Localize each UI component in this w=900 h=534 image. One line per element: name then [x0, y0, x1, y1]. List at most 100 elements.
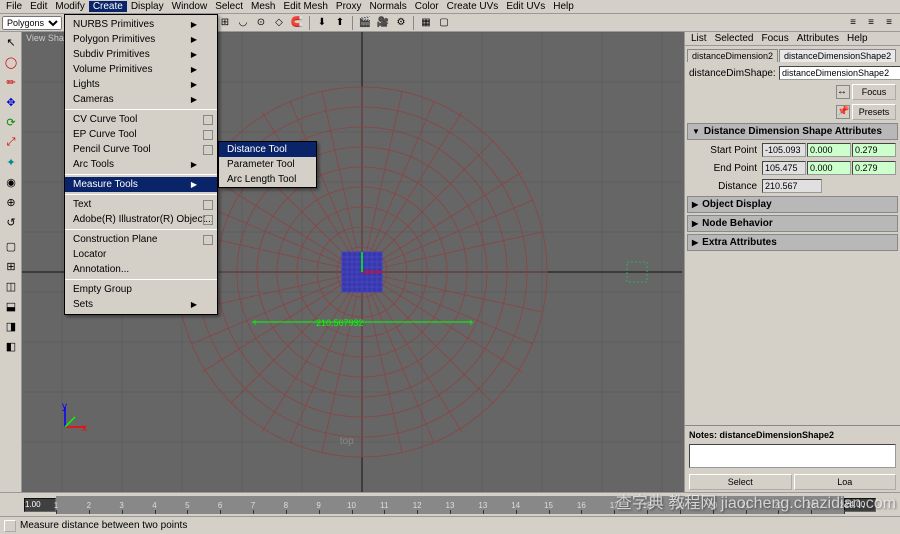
ae-menu-focus[interactable]: Focus [757, 33, 792, 44]
section-distance-shape[interactable]: ▼ Distance Dimension Shape Attributes [687, 123, 898, 140]
rotate-tool-icon[interactable]: ⟳ [1, 113, 21, 131]
tab-shape[interactable]: distanceDimensionShape2 [779, 49, 896, 62]
four-view-icon[interactable]: ⊞ [1, 257, 21, 275]
menu-item[interactable]: Text [65, 197, 217, 212]
submenu-item[interactable]: Arc Length Tool [219, 172, 316, 187]
menu-normals[interactable]: Normals [365, 1, 410, 12]
panel-icon-2[interactable]: ≡ [863, 15, 879, 31]
menu-item[interactable]: Pencil Curve Tool [65, 142, 217, 157]
menu-item[interactable]: Annotation... [65, 262, 217, 277]
menu-proxy[interactable]: Proxy [332, 1, 366, 12]
range-start-field[interactable] [24, 498, 56, 512]
layout-icon[interactable]: ▦ [418, 15, 434, 31]
ae-menu-attributes[interactable]: Attributes [793, 33, 843, 44]
section-extra-attributes[interactable]: ▶ Extra Attributes [687, 234, 898, 251]
nav-icon[interactable]: ↔ [836, 85, 850, 99]
menu-mesh[interactable]: Mesh [247, 1, 279, 12]
menu-select[interactable]: Select [211, 1, 247, 12]
render-icon[interactable]: 🎬 [357, 15, 373, 31]
persp-graph-icon[interactable]: ⬓ [1, 297, 21, 315]
menu-edit-uvs[interactable]: Edit UVs [502, 1, 549, 12]
snap-grid-icon[interactable]: ⊞ [217, 15, 233, 31]
presets-button[interactable]: Presets [852, 104, 896, 120]
menu-item[interactable]: Subdiv Primitives▶ [65, 47, 217, 62]
soft-mod-icon[interactable]: ◉ [1, 173, 21, 191]
menu-item[interactable]: EP Curve Tool [65, 127, 217, 142]
menu-edit-mesh[interactable]: Edit Mesh [279, 1, 331, 12]
svg-text:y: y [62, 402, 67, 412]
move-tool-icon[interactable]: ✥ [1, 93, 21, 111]
snap-point-icon[interactable]: ⊙ [253, 15, 269, 31]
history-in-icon[interactable]: ⬇ [314, 15, 330, 31]
menu-item[interactable]: CV Curve Tool [65, 112, 217, 127]
menu-display[interactable]: Display [127, 1, 168, 12]
menu-help[interactable]: Help [549, 1, 578, 12]
universal-tool-icon[interactable]: ✦ [1, 153, 21, 171]
scale-tool-icon[interactable]: ⤢ [1, 133, 21, 151]
paint-select-icon[interactable]: ✏ [1, 73, 21, 91]
panel-icon-1[interactable]: ≡ [845, 15, 861, 31]
single-view-icon[interactable]: ▢ [1, 237, 21, 255]
end-y-field[interactable] [807, 161, 851, 175]
menu-item[interactable]: Measure Tools▶ [65, 177, 217, 192]
snap-curve-icon[interactable]: ◡ [235, 15, 251, 31]
last-tool-icon[interactable]: ↺ [1, 213, 21, 231]
menu-edit[interactable]: Edit [26, 1, 51, 12]
render-settings-icon[interactable]: ⚙ [393, 15, 409, 31]
menu-item[interactable]: Locator [65, 247, 217, 262]
menu-item[interactable]: Polygon Primitives▶ [65, 32, 217, 47]
custom-layout-icon[interactable]: ◧ [1, 337, 21, 355]
focus-button[interactable]: Focus [852, 84, 896, 100]
notes-textarea[interactable] [689, 444, 896, 468]
shape-name-field[interactable] [779, 66, 900, 80]
menu-color[interactable]: Color [411, 1, 443, 12]
menu-item[interactable]: NURBS Primitives▶ [65, 17, 217, 32]
persp-outliner-icon[interactable]: ◫ [1, 277, 21, 295]
menu-item[interactable]: Sets▶ [65, 297, 217, 312]
start-x-field[interactable] [762, 143, 806, 157]
menu-create[interactable]: Create [89, 1, 127, 12]
menu-create-uvs[interactable]: Create UVs [443, 1, 503, 12]
end-z-field[interactable] [852, 161, 896, 175]
section-node-behavior[interactable]: ▶ Node Behavior [687, 215, 898, 232]
ipr-icon[interactable]: 🎥 [375, 15, 391, 31]
main-menubar[interactable]: File Edit Modify Create Display Window S… [0, 0, 900, 14]
hypershade-icon[interactable]: ◨ [1, 317, 21, 335]
section-object-display[interactable]: ▶ Object Display [687, 196, 898, 213]
window-icon[interactable]: ▢ [436, 15, 452, 31]
menu-item[interactable]: Lights▶ [65, 77, 217, 92]
history-out-icon[interactable]: ⬆ [332, 15, 348, 31]
ae-menu-help[interactable]: Help [843, 33, 872, 44]
menu-item[interactable]: Adobe(R) Illustrator(R) Object... [65, 212, 217, 227]
select-button[interactable]: Select [689, 474, 792, 490]
tab-transform[interactable]: distanceDimension2 [687, 49, 778, 62]
end-x-field[interactable] [762, 161, 806, 175]
ae-menu-list[interactable]: List [687, 33, 711, 44]
menu-window[interactable]: Window [168, 1, 212, 12]
menu-item[interactable]: Cameras▶ [65, 92, 217, 107]
submenu-item[interactable]: Distance Tool [219, 142, 316, 157]
start-y-field[interactable] [807, 143, 851, 157]
script-toggle-icon[interactable] [4, 520, 16, 532]
menu-item[interactable]: Empty Group [65, 282, 217, 297]
snap-live-icon[interactable]: 🧲 [289, 15, 305, 31]
start-z-field[interactable] [852, 143, 896, 157]
create-menu-dropdown[interactable]: NURBS Primitives▶Polygon Primitives▶Subd… [64, 14, 218, 315]
menu-item[interactable]: Volume Primitives▶ [65, 62, 217, 77]
lasso-tool-icon[interactable]: ◯ [1, 53, 21, 71]
measure-tools-submenu[interactable]: Distance ToolParameter ToolArc Length To… [218, 141, 317, 188]
load-button[interactable]: Loa [794, 474, 897, 490]
mode-selector[interactable]: Polygons [2, 16, 62, 30]
menu-item[interactable]: Arc Tools▶ [65, 157, 217, 172]
ae-menu-selected[interactable]: Selected [711, 33, 758, 44]
ae-menubar[interactable]: List Selected Focus Attributes Help [685, 32, 900, 46]
submenu-item[interactable]: Parameter Tool [219, 157, 316, 172]
pin-icon[interactable]: 📌 [836, 105, 850, 119]
menu-item[interactable]: Construction Plane [65, 232, 217, 247]
snap-plane-icon[interactable]: ◇ [271, 15, 287, 31]
show-manip-icon[interactable]: ⊕ [1, 193, 21, 211]
panel-icon-3[interactable]: ≡ [881, 15, 897, 31]
menu-file[interactable]: File [2, 1, 26, 12]
select-tool-icon[interactable]: ↖ [1, 33, 21, 51]
menu-modify[interactable]: Modify [51, 1, 88, 12]
